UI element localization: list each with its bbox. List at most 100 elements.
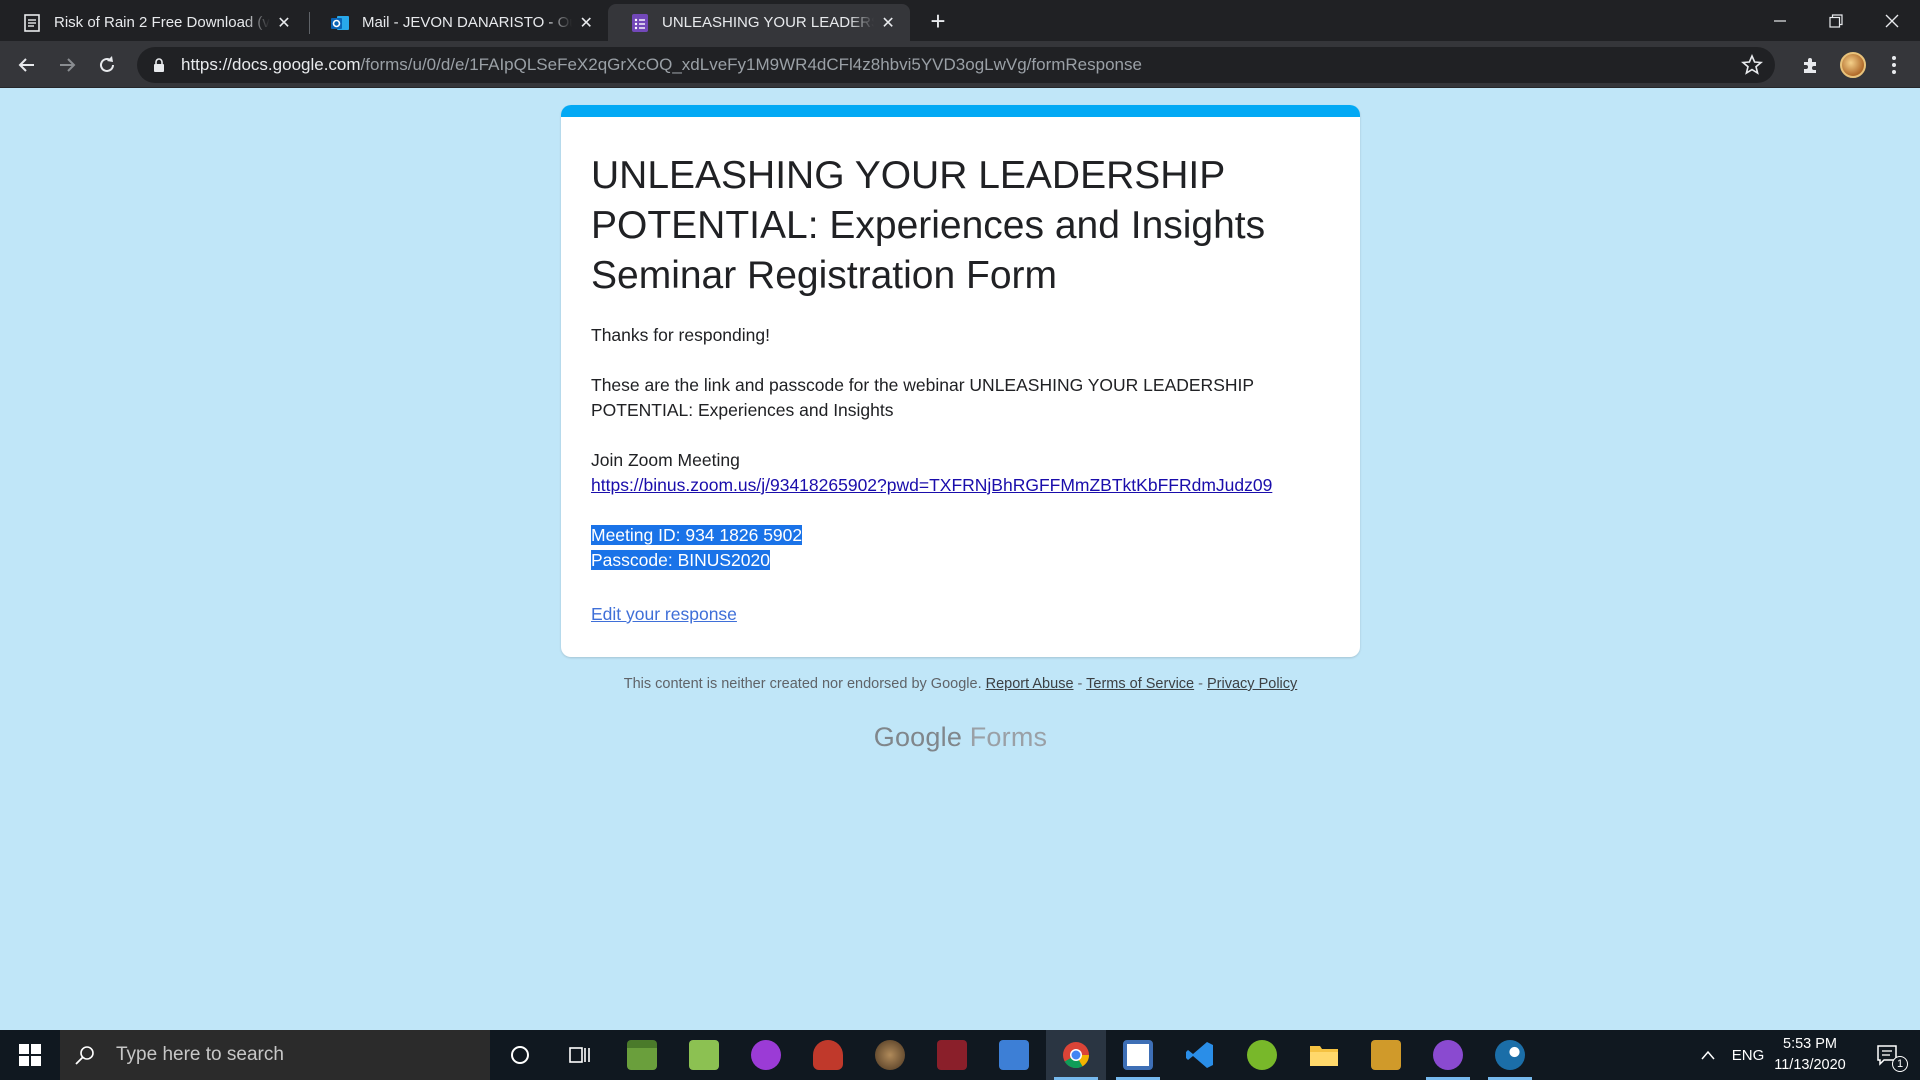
- close-icon[interactable]: ✕: [274, 13, 294, 33]
- taskbar-app-github-desktop[interactable]: [1418, 1030, 1478, 1080]
- menu-kebab-icon[interactable]: [1880, 51, 1908, 79]
- taskbar-app-emoji[interactable]: [736, 1030, 796, 1080]
- chevron-up-icon: [1701, 1050, 1715, 1060]
- globe-app-icon: [875, 1040, 905, 1070]
- taskbar-app-sublime[interactable]: [1108, 1030, 1168, 1080]
- counter-strike-icon: [1371, 1040, 1401, 1070]
- cortana-button[interactable]: [490, 1030, 550, 1080]
- chrome-icon: [1063, 1042, 1090, 1069]
- profile-avatar[interactable]: [1840, 52, 1866, 78]
- terms-link[interactable]: Terms of Service: [1086, 676, 1194, 692]
- restore-button[interactable]: [1808, 0, 1864, 41]
- tab-title: Mail - JEVON DANARISTO - Outlook: [362, 14, 572, 31]
- taskbar-search-box[interactable]: Type here to search: [60, 1030, 490, 1080]
- taskbar-app-counter-strike[interactable]: [1356, 1030, 1416, 1080]
- close-icon[interactable]: ✕: [576, 13, 596, 33]
- clock-time: 5:53 PM: [1783, 1036, 1837, 1052]
- minecraft-icon: [627, 1040, 657, 1070]
- folder-icon: [1310, 1046, 1338, 1066]
- tab-title: UNLEASHING YOUR LEADERSHIP POTENTIAL: [662, 14, 874, 31]
- join-label: Join Zoom Meeting: [591, 450, 740, 470]
- browser-toolbar: https://docs.google.com/forms/u/0/d/e/1F…: [0, 41, 1920, 88]
- bookmark-star-icon[interactable]: [1740, 53, 1764, 76]
- taskbar-app-control-panel[interactable]: [984, 1030, 1044, 1080]
- mushroom-game-icon: [813, 1040, 843, 1070]
- start-button[interactable]: [0, 1030, 60, 1080]
- utorrent-icon: [1247, 1040, 1277, 1070]
- windows-taskbar: Type here to search ENG 5:53 PM 11/13/20…: [0, 1030, 1920, 1080]
- vscode-icon: [1186, 1042, 1213, 1068]
- edit-response-link[interactable]: Edit your response: [591, 604, 737, 625]
- url-text: https://docs.google.com/forms/u/0/d/e/1F…: [181, 55, 1142, 75]
- close-window-button[interactable]: [1864, 0, 1920, 41]
- minecraft-launcher-icon: [689, 1040, 719, 1070]
- task-view-icon: [569, 1047, 590, 1063]
- footer-separator: -: [1073, 676, 1087, 692]
- taskbar-app-crossed[interactable]: [922, 1030, 982, 1080]
- tab-google-form[interactable]: UNLEASHING YOUR LEADERSHIP POTENTIAL ✕: [608, 4, 910, 41]
- brand-forms: Forms: [969, 722, 1048, 752]
- forward-button[interactable]: [51, 49, 83, 81]
- url-host: https://docs.google.com: [181, 55, 361, 74]
- minimize-icon: [1774, 19, 1786, 22]
- passcode-text: Passcode: BINUS2020: [591, 550, 770, 570]
- document-icon: [22, 13, 42, 33]
- taskbar-app-globe[interactable]: [860, 1030, 920, 1080]
- thanks-text: Thanks for responding!: [591, 325, 770, 345]
- address-bar[interactable]: https://docs.google.com/forms/u/0/d/e/1F…: [137, 47, 1775, 83]
- taskbar-app-chrome[interactable]: [1046, 1030, 1106, 1080]
- footer-separator: -: [1194, 676, 1208, 692]
- taskbar-app-file-explorer[interactable]: [1294, 1030, 1354, 1080]
- sublime-text-icon: [1123, 1040, 1153, 1070]
- tab-outlook-mail[interactable]: Mail - JEVON DANARISTO - Outlook ✕: [308, 4, 608, 41]
- back-button[interactable]: [11, 49, 43, 81]
- google-forms-icon: [630, 13, 650, 33]
- privacy-link[interactable]: Privacy Policy: [1207, 676, 1297, 692]
- taskbar-app-minecraft[interactable]: [612, 1030, 672, 1080]
- show-hidden-icons-button[interactable]: [1694, 1030, 1722, 1080]
- new-tab-button[interactable]: +: [922, 6, 954, 38]
- control-panel-icon: [999, 1040, 1029, 1070]
- extensions-puzzle-icon[interactable]: [1797, 51, 1825, 79]
- form-response-card: UNLEASHING YOUR LEADERSHIP POTENTIAL: Ex…: [561, 105, 1360, 657]
- taskbar-app-vscode[interactable]: [1170, 1030, 1230, 1080]
- taskbar-app-utorrent[interactable]: [1232, 1030, 1292, 1080]
- language-indicator[interactable]: ENG: [1726, 1030, 1770, 1080]
- url-path: /forms/u/0/d/e/1FAIpQLSeFeX2qGrXcOQ_xdLv…: [360, 55, 1142, 74]
- emoji-app-icon: [751, 1040, 781, 1070]
- windows-logo-icon: [19, 1044, 41, 1066]
- crossed-app-icon: [937, 1040, 967, 1070]
- disclaimer-text: This content is neither created nor endo…: [623, 676, 982, 692]
- meeting-id-text: Meeting ID: 934 1826 5902: [591, 525, 803, 545]
- taskbar-app-mushroom[interactable]: [798, 1030, 858, 1080]
- cortana-circle-icon: [511, 1046, 529, 1064]
- arrow-left-icon: [18, 58, 34, 72]
- tab-strip: Risk of Rain 2 Free Download (v1.0 ✕ Mai…: [0, 0, 1920, 41]
- clock-date: 11/13/2020: [1774, 1057, 1846, 1073]
- action-center-button[interactable]: 1: [1864, 1030, 1912, 1080]
- reload-button[interactable]: [91, 49, 123, 81]
- confirmation-message: Thanks for responding! These are the lin…: [591, 323, 1331, 598]
- tab-risk-of-rain[interactable]: Risk of Rain 2 Free Download (v1.0 ✕: [0, 4, 306, 41]
- restore-icon: [1829, 13, 1843, 28]
- intro-text: These are the link and passcode for the …: [591, 375, 1254, 420]
- zoom-link[interactable]: https://binus.zoom.us/j/93418265902?pwd=…: [591, 475, 1272, 495]
- taskbar-app-steam[interactable]: [1480, 1030, 1540, 1080]
- steam-icon: [1495, 1040, 1525, 1070]
- google-forms-logo[interactable]: Google Forms: [561, 722, 1360, 753]
- tab-title: Risk of Rain 2 Free Download (v1.0: [54, 14, 270, 31]
- report-abuse-link[interactable]: Report Abuse: [986, 676, 1074, 692]
- outlook-icon: [330, 13, 350, 33]
- lock-icon: [151, 57, 167, 73]
- form-title: UNLEASHING YOUR LEADERSHIP POTENTIAL: Ex…: [591, 154, 1266, 297]
- system-clock[interactable]: 5:53 PM 11/13/2020: [1765, 1034, 1855, 1076]
- close-icon[interactable]: ✕: [878, 13, 898, 33]
- taskbar-app-minecraft-launcher[interactable]: [674, 1030, 734, 1080]
- brand-google: Google: [873, 722, 963, 752]
- task-view-button[interactable]: [550, 1030, 610, 1080]
- search-icon: [75, 1046, 94, 1065]
- form-accent-bar: [561, 105, 1360, 117]
- minimize-button[interactable]: [1752, 0, 1808, 41]
- form-footer: This content is neither created nor endo…: [561, 676, 1360, 692]
- close-icon: [1885, 14, 1899, 27]
